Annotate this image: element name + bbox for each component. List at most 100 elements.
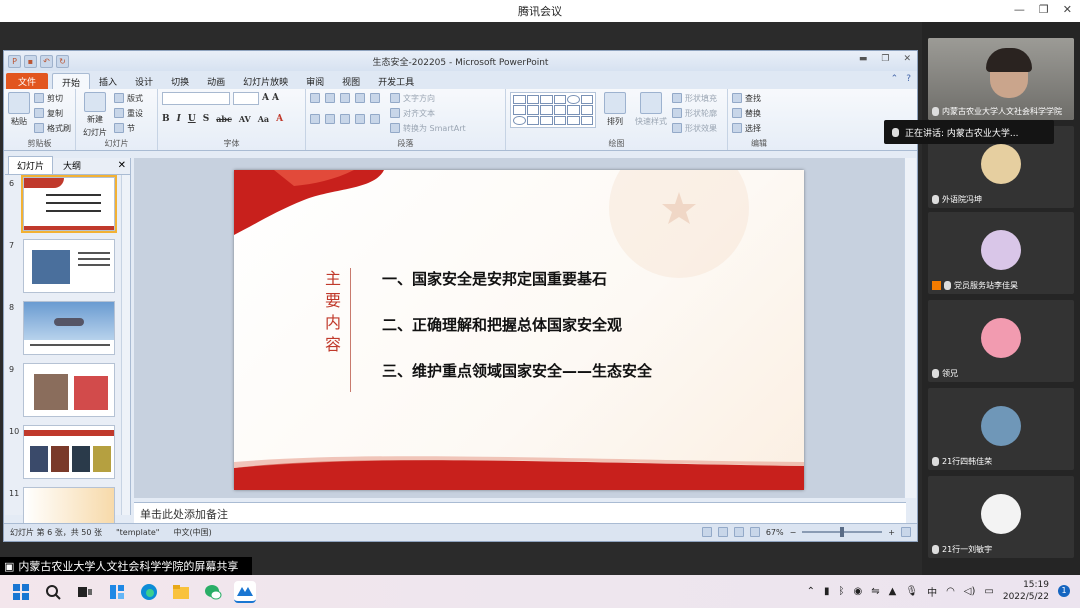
align-right-icon[interactable] (340, 114, 350, 124)
tab-slideshow[interactable]: 幻灯片放映 (234, 73, 297, 89)
slideshow-view-icon[interactable] (749, 527, 760, 537)
strikethrough-button[interactable]: abc (216, 114, 232, 124)
font-color-button[interactable]: A (276, 114, 283, 124)
shape-fill-button[interactable]: 形状填充 (672, 92, 717, 104)
save-icon[interactable]: ▪ (24, 54, 37, 68)
minimize-button[interactable]: — (1014, 3, 1025, 16)
section-button[interactable]: 节 (114, 122, 143, 134)
ppt-minimize-button[interactable]: ▬ (859, 54, 868, 64)
columns-icon[interactable] (370, 114, 380, 124)
task-view-icon[interactable] (74, 581, 96, 603)
tab-transitions[interactable]: 切换 (162, 73, 198, 89)
notes-pane[interactable]: 单击此处添加备注 (134, 502, 906, 523)
close-button[interactable]: ✕ (1063, 3, 1072, 16)
close-pane-icon[interactable]: ✕ (118, 160, 126, 171)
slide-thumbnail[interactable]: 7 (5, 237, 130, 299)
shape-outline-button[interactable]: 形状轮廓 (672, 107, 717, 119)
widgets-icon[interactable] (106, 581, 128, 603)
participant-tile[interactable]: 21行四韩佳荣 (928, 388, 1074, 470)
participant-tile[interactable]: 21行一刘敏宇 (928, 476, 1074, 558)
tencent-meeting-icon[interactable] (234, 580, 256, 603)
slide-thumbnail[interactable]: 10 (5, 423, 130, 485)
start-button[interactable] (10, 581, 32, 603)
network-speed-icon[interactable]: ▮ (824, 586, 830, 597)
tab-view[interactable]: 视图 (333, 73, 369, 89)
ime-indicator[interactable]: 中 (927, 584, 937, 599)
arrange-button[interactable]: 排列 (600, 92, 630, 138)
slides-pane-scrollbar[interactable] (121, 175, 130, 515)
tab-home[interactable]: 开始 (52, 73, 91, 89)
smartart-button[interactable]: 转换为 SmartArt (390, 122, 466, 134)
font-name-combo[interactable] (162, 91, 230, 105)
tab-slides[interactable]: 幻灯片 (8, 156, 54, 174)
undo-icon[interactable]: ↶ (40, 54, 53, 68)
reading-view-icon[interactable] (733, 527, 744, 537)
help-icon[interactable]: ? (906, 74, 911, 84)
quick-styles-button[interactable]: 快速样式 (634, 92, 668, 138)
slide-thumbnail[interactable]: 9 (5, 361, 130, 423)
fit-slide-icon[interactable] (901, 527, 911, 537)
normal-view-icon[interactable] (701, 527, 712, 537)
align-center-icon[interactable] (325, 114, 335, 124)
align-left-icon[interactable] (310, 114, 320, 124)
zoom-level[interactable]: 67% (766, 528, 784, 537)
current-slide[interactable]: 主 要 内 容 一、国家安全是安邦定国重要基石 二、正确理解和把握总体国家安全观… (234, 170, 804, 490)
replace-button[interactable]: 替换 (732, 107, 761, 119)
redo-icon[interactable]: ↻ (56, 54, 69, 68)
tab-developer[interactable]: 开发工具 (369, 73, 423, 89)
participant-tile[interactable]: 党员服务站李佳昊 (928, 212, 1074, 294)
tray-app-icon[interactable]: ◉ (854, 586, 863, 597)
line-spacing-icon[interactable] (370, 93, 380, 103)
zoom-in-icon[interactable]: + (888, 528, 895, 537)
reset-button[interactable]: 重设 (114, 107, 143, 119)
participant-tile[interactable]: 领兄 (928, 300, 1074, 382)
edge-icon[interactable] (138, 581, 160, 603)
underline-button[interactable]: U (188, 114, 196, 124)
ppt-app-icon[interactable]: P (8, 54, 21, 68)
ribbon-collapse-icon[interactable]: ⌃ (891, 74, 899, 84)
align-text-button[interactable]: 对齐文本 (390, 107, 466, 119)
shape-effects-button[interactable]: 形状效果 (672, 122, 717, 134)
restore-button[interactable]: ❐ (1039, 3, 1049, 16)
tab-outline[interactable]: 大纲 (55, 157, 89, 174)
paste-button[interactable]: 粘贴 (8, 92, 30, 138)
font-size-combo[interactable] (233, 91, 259, 105)
wechat-icon[interactable] (202, 581, 224, 603)
change-case-button[interactable]: Aa (258, 114, 269, 124)
ppt-restore-button[interactable]: ❐ (881, 54, 889, 64)
layout-button[interactable]: 版式 (114, 92, 143, 104)
italic-button[interactable]: I (177, 114, 181, 124)
file-explorer-icon[interactable] (170, 581, 192, 603)
notification-badge[interactable]: 1 (1058, 585, 1070, 597)
meeting-tray-icon[interactable]: ▲ (889, 586, 897, 597)
editor-scrollbar[interactable] (904, 158, 916, 498)
decrease-indent-icon[interactable] (340, 93, 350, 103)
char-spacing-button[interactable]: AV (239, 114, 251, 124)
slide-thumbnail[interactable]: 6 (5, 175, 130, 237)
format-painter-button[interactable]: 格式刷 (34, 122, 71, 134)
increase-indent-icon[interactable] (355, 93, 365, 103)
tab-review[interactable]: 审阅 (297, 73, 333, 89)
cut-button[interactable]: 剪切 (34, 92, 71, 104)
tab-animations[interactable]: 动画 (198, 73, 234, 89)
select-button[interactable]: 选择 (732, 122, 761, 134)
toggle-icon[interactable]: ⇋ (871, 586, 879, 597)
text-direction-button[interactable]: 文字方向 (390, 92, 466, 104)
slide-thumbnail[interactable]: 8 (5, 299, 130, 361)
volume-icon[interactable]: ◁) (964, 586, 976, 597)
copy-button[interactable]: 复制 (34, 107, 71, 119)
tab-design[interactable]: 设计 (126, 73, 162, 89)
shadow-button[interactable]: S (203, 114, 210, 124)
justify-icon[interactable] (355, 114, 365, 124)
tab-insert[interactable]: 插入 (90, 73, 126, 89)
numbering-icon[interactable] (325, 93, 335, 103)
shrink-font-icon[interactable]: A (272, 93, 279, 103)
new-slide-button[interactable]: 新建 幻灯片 (80, 92, 110, 138)
tab-file[interactable]: 文件 (6, 73, 49, 89)
zoom-slider[interactable] (802, 527, 883, 537)
sorter-view-icon[interactable] (717, 527, 728, 537)
grow-font-icon[interactable]: A (262, 93, 269, 103)
microphone-icon[interactable]: 🎙 (905, 586, 918, 597)
ppt-close-button[interactable]: ✕ (903, 54, 911, 64)
clock[interactable]: 15:19 2022/5/22 (1003, 579, 1049, 603)
